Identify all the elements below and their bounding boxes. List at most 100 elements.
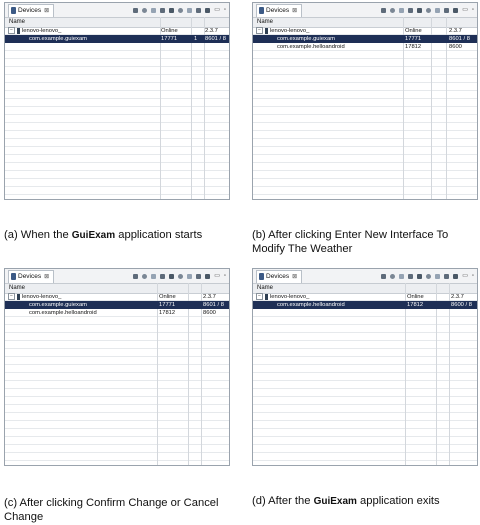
device-row[interactable]: − lenovo-lenovo_ Online 2.3.7 xyxy=(5,27,229,35)
debug-process-icon[interactable] xyxy=(133,273,139,279)
screen-capture-icon[interactable] xyxy=(196,273,202,279)
device-version: 2.3.7 xyxy=(205,28,218,34)
devices-tab[interactable]: Devices ⊠ xyxy=(8,269,55,283)
update-heap-icon[interactable] xyxy=(390,273,396,279)
devices-view-b: Devices ⊠ ▭ ▫ Name − lenovo-lenovo_ Onlin… xyxy=(252,2,478,200)
column-header-name[interactable]: Name xyxy=(257,284,273,293)
process-pid: 17771 xyxy=(159,302,176,308)
process-pid: 17812 xyxy=(159,310,176,316)
view-menu-icon[interactable] xyxy=(205,273,211,279)
process-name: com.example.guiexam xyxy=(29,302,87,308)
view-menu-icon[interactable] xyxy=(453,273,459,279)
debug-process-icon[interactable] xyxy=(381,273,387,279)
minimize-icon[interactable]: ▭ xyxy=(214,6,220,14)
update-threads-icon[interactable] xyxy=(417,7,423,13)
process-row[interactable]: com.example.guiexam 17771 8601 / 8 xyxy=(253,35,477,43)
maximize-icon[interactable]: ▫ xyxy=(472,6,474,14)
maximize-icon[interactable]: ▫ xyxy=(224,272,226,280)
table-body xyxy=(253,27,477,199)
column-header-name[interactable]: Name xyxy=(257,18,273,27)
process-row[interactable]: com.example.helloandroid 17812 8600 xyxy=(5,309,229,317)
minimize-icon[interactable]: ▭ xyxy=(462,272,468,280)
column-divider xyxy=(191,17,192,199)
caption-text: (a) When the xyxy=(4,229,72,241)
collapse-icon[interactable]: − xyxy=(8,27,15,34)
close-icon[interactable]: ⊠ xyxy=(292,5,297,17)
dump-hprof-icon[interactable] xyxy=(151,7,157,13)
process-extra: 1 xyxy=(194,36,198,42)
column-header-name[interactable]: Name xyxy=(9,18,25,27)
dump-hprof-icon[interactable] xyxy=(399,273,405,279)
debug-process-icon[interactable] xyxy=(381,7,387,13)
process-pid: 17771 xyxy=(161,36,178,42)
stop-process-icon[interactable] xyxy=(435,273,441,279)
close-icon[interactable]: ⊠ xyxy=(44,5,49,17)
column-divider xyxy=(449,283,450,465)
view-toolbar: ▭ ▫ xyxy=(377,272,477,280)
start-profiling-icon[interactable] xyxy=(426,273,432,279)
device-row[interactable]: − lenovo-lenovo_ Online 2.3.7 xyxy=(5,293,229,301)
device-icon xyxy=(259,7,264,14)
cause-gc-icon[interactable] xyxy=(408,7,414,13)
devices-tab[interactable]: Devices ⊠ xyxy=(256,269,303,283)
dump-hprof-icon[interactable] xyxy=(151,273,157,279)
devices-view-d: Devices ⊠ ▭ ▫ Name − lenovo-lenovo_ Onlin… xyxy=(252,268,478,466)
device-version: 2.3.7 xyxy=(449,28,462,34)
debug-process-icon[interactable] xyxy=(133,7,139,13)
table-body xyxy=(5,293,229,465)
view-menu-icon[interactable] xyxy=(453,7,459,13)
start-profiling-icon[interactable] xyxy=(178,273,184,279)
update-heap-icon[interactable] xyxy=(142,273,148,279)
minimize-icon[interactable]: ▭ xyxy=(462,6,468,14)
tab-title: Devices xyxy=(266,272,290,280)
phone-icon xyxy=(265,293,268,300)
table-body xyxy=(5,27,229,199)
maximize-icon[interactable]: ▫ xyxy=(472,272,474,280)
collapse-icon[interactable]: − xyxy=(8,293,15,300)
update-heap-icon[interactable] xyxy=(142,7,148,13)
update-heap-icon[interactable] xyxy=(390,7,396,13)
cause-gc-icon[interactable] xyxy=(160,7,166,13)
cause-gc-icon[interactable] xyxy=(408,273,414,279)
caption-text: (d) After the xyxy=(252,495,314,507)
process-name: com.example.helloandroid xyxy=(277,302,345,308)
minimize-icon[interactable]: ▭ xyxy=(214,272,220,280)
process-row[interactable]: com.example.helloandroid 17812 8600 xyxy=(253,43,477,51)
devices-tab[interactable]: Devices ⊠ xyxy=(256,3,303,17)
caption-app-name: GuiExam xyxy=(313,496,357,507)
update-threads-icon[interactable] xyxy=(169,7,175,13)
column-divider xyxy=(405,283,406,465)
stop-process-icon[interactable] xyxy=(187,7,193,13)
screen-capture-icon[interactable] xyxy=(196,7,202,13)
screen-capture-icon[interactable] xyxy=(444,273,450,279)
process-pid: 17812 xyxy=(405,44,422,50)
dump-hprof-icon[interactable] xyxy=(399,7,405,13)
device-row[interactable]: − lenovo-lenovo_ Online 2.3.7 xyxy=(253,27,477,35)
start-profiling-icon[interactable] xyxy=(178,7,184,13)
view-toolbar: ▭ ▫ xyxy=(129,6,229,14)
device-status: Online xyxy=(161,28,178,34)
device-status: Online xyxy=(159,294,176,300)
update-threads-icon[interactable] xyxy=(417,273,423,279)
view-titlebar: Devices ⊠ ▭ ▫ xyxy=(253,3,477,18)
close-icon[interactable]: ⊠ xyxy=(292,271,297,283)
process-row[interactable]: com.example.helloandroid 17812 8600 / 8 xyxy=(253,301,477,309)
screen-capture-icon[interactable] xyxy=(444,7,450,13)
start-profiling-icon[interactable] xyxy=(426,7,432,13)
update-threads-icon[interactable] xyxy=(169,273,175,279)
maximize-icon[interactable]: ▫ xyxy=(224,6,226,14)
stop-process-icon[interactable] xyxy=(187,273,193,279)
stop-process-icon[interactable] xyxy=(435,7,441,13)
column-header-name[interactable]: Name xyxy=(9,284,25,293)
caption-text: (b) After clicking Enter New Interface T… xyxy=(252,229,449,255)
process-row[interactable]: com.example.guiexam 17771 8601 / 8 xyxy=(5,301,229,309)
view-menu-icon[interactable] xyxy=(205,7,211,13)
cause-gc-icon[interactable] xyxy=(160,273,166,279)
devices-tab[interactable]: Devices ⊠ xyxy=(8,3,55,17)
process-row[interactable]: com.example.guiexam 17771 1 8601 / 8 xyxy=(5,35,229,43)
collapse-icon[interactable]: − xyxy=(256,27,263,34)
device-row[interactable]: − lenovo-lenovo_ Online 2.3.7 xyxy=(253,293,477,301)
process-port: 8600 xyxy=(449,44,462,50)
collapse-icon[interactable]: − xyxy=(256,293,263,300)
close-icon[interactable]: ⊠ xyxy=(44,271,49,283)
